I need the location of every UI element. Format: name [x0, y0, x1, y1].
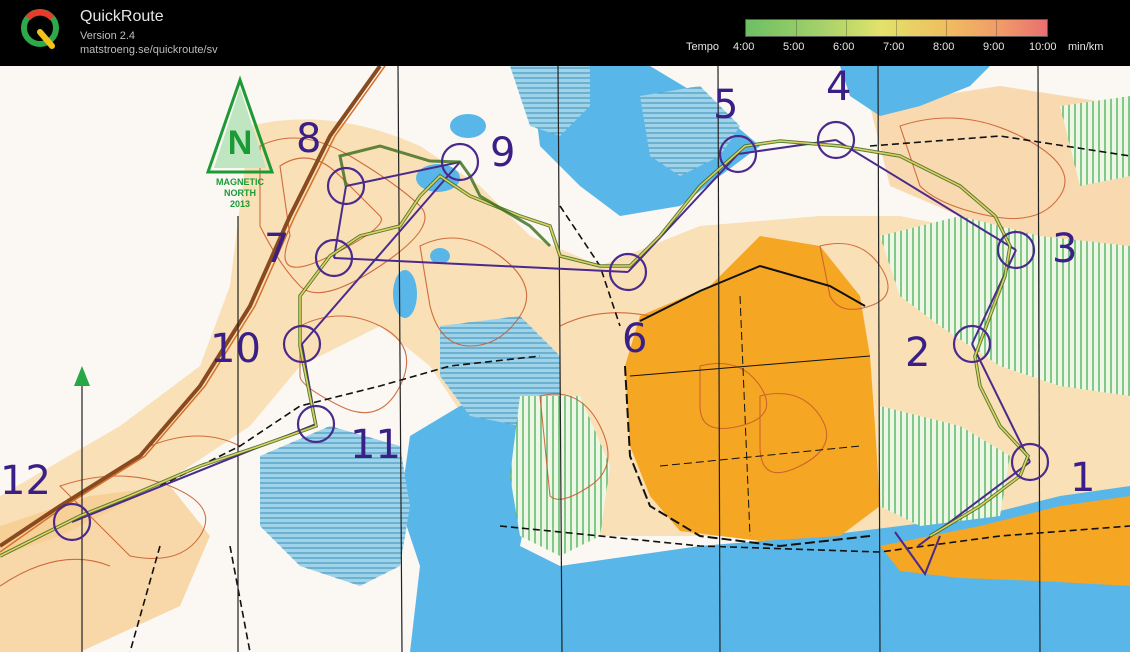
legend-tick: 8:00: [933, 41, 955, 53]
legend-tick: 10:00: [1029, 41, 1057, 53]
control-number-1: 1: [1070, 455, 1095, 501]
control-number-10: 10: [210, 326, 261, 372]
pace-legend-gradient: [745, 19, 1048, 37]
control-number-5: 5: [713, 82, 738, 128]
north-arrow-line3: 2013: [230, 199, 250, 209]
control-number-11: 11: [350, 422, 401, 468]
control-number-9: 9: [490, 130, 515, 176]
control-number-2: 2: [905, 330, 930, 376]
app-title: QuickRoute: [80, 8, 164, 25]
map-canvas: N MAGNETIC NORTH 2013 1 2 3 4 5 6 7 8 9 …: [0, 66, 1130, 652]
app-header: QuickRoute Version 2.4 matstroeng.se/qui…: [0, 0, 1130, 66]
pond: [610, 617, 670, 645]
legend-divider: [946, 20, 947, 36]
control-number-4: 4: [826, 66, 851, 110]
legend-tick: 7:00: [883, 41, 905, 53]
pond: [450, 114, 486, 138]
legend-tick: 9:00: [983, 41, 1005, 53]
legend-tick: 4:00: [733, 41, 755, 53]
north-arrow-line1: MAGNETIC: [216, 177, 264, 187]
legend-divider: [996, 20, 997, 36]
legend-unit: min/km: [1068, 41, 1104, 53]
legend-divider: [846, 20, 847, 36]
legend-divider: [796, 20, 797, 36]
pond: [970, 610, 1030, 642]
legend-divider: [896, 20, 897, 36]
orienteering-map[interactable]: N MAGNETIC NORTH 2013 1 2 3 4 5 6 7 8 9 …: [0, 66, 1130, 652]
control-number-7: 7: [264, 226, 289, 272]
quickroute-logo-icon: [21, 9, 59, 49]
app-url[interactable]: matstroeng.se/quickroute/sv: [80, 44, 218, 56]
legend-tick: 6:00: [833, 41, 855, 53]
control-number-12: 12: [0, 458, 51, 504]
pond: [393, 270, 417, 318]
legend-title: Tempo: [686, 41, 720, 53]
control-number-6: 6: [622, 316, 647, 362]
legend-tick: 5:00: [783, 41, 805, 53]
app-version: Version 2.4: [80, 30, 136, 42]
north-arrow-line2: NORTH: [224, 188, 256, 198]
north-arrow-letter: N: [228, 124, 253, 162]
pond: [430, 248, 450, 264]
control-number-8: 8: [296, 116, 321, 162]
control-number-3: 3: [1052, 226, 1077, 272]
